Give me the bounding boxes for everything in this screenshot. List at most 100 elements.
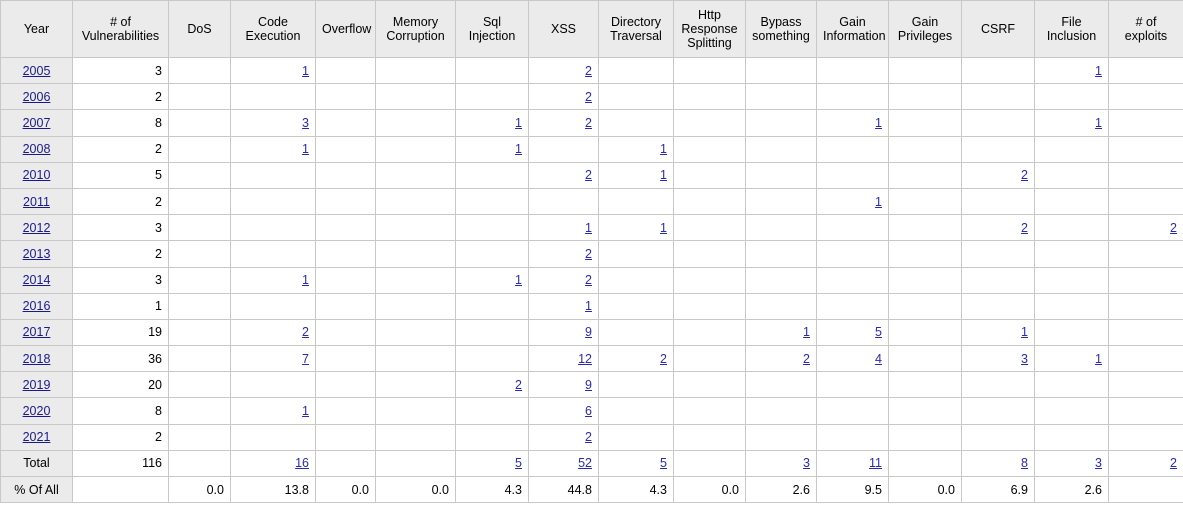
row-year-cell[interactable]: 2011 xyxy=(0,187,73,216)
year-link[interactable]: 2017 xyxy=(23,325,51,339)
table-cell[interactable]: 6 xyxy=(528,397,599,425)
cell-value-link[interactable]: 2 xyxy=(302,325,309,339)
table-cell[interactable]: 3 xyxy=(745,449,817,478)
cell-value-link[interactable]: 1 xyxy=(660,168,667,182)
table-cell[interactable]: 2 xyxy=(1108,214,1183,242)
cell-value-link[interactable]: 5 xyxy=(875,325,882,339)
year-link[interactable]: 2019 xyxy=(23,378,51,392)
table-cell[interactable]: 12 xyxy=(528,345,599,373)
cell-value-link[interactable]: 1 xyxy=(875,116,882,130)
cell-value-link[interactable]: 2 xyxy=(585,430,592,444)
cell-value-link[interactable]: 11 xyxy=(869,456,882,470)
year-link[interactable]: 2021 xyxy=(23,430,51,444)
table-cell[interactable]: 2 xyxy=(1108,449,1183,478)
cell-value-link[interactable]: 1 xyxy=(1095,116,1102,130)
table-cell[interactable]: 11 xyxy=(816,449,889,478)
table-cell[interactable]: 2 xyxy=(528,266,599,294)
cell-value-link[interactable]: 1 xyxy=(660,221,667,235)
table-cell[interactable]: 1 xyxy=(1034,345,1109,373)
table-cell[interactable]: 1 xyxy=(598,214,674,242)
year-link[interactable]: 2013 xyxy=(23,247,51,261)
table-cell[interactable]: 3 xyxy=(1034,449,1109,478)
cell-value-link[interactable]: 2 xyxy=(515,378,522,392)
cell-value-link[interactable]: 1 xyxy=(302,142,309,156)
cell-value-link[interactable]: 3 xyxy=(803,456,810,470)
cell-value-link[interactable]: 1 xyxy=(1095,352,1102,366)
year-link[interactable]: 2006 xyxy=(23,90,51,104)
table-cell[interactable]: 1 xyxy=(598,161,674,189)
table-cell[interactable]: 3 xyxy=(961,345,1035,373)
table-cell[interactable]: 3 xyxy=(230,109,316,137)
table-cell[interactable]: 2 xyxy=(528,423,599,451)
row-year-cell[interactable]: 2010 xyxy=(0,161,73,189)
cell-value-link[interactable]: 1 xyxy=(875,195,882,209)
year-link[interactable]: 2010 xyxy=(23,168,51,182)
row-year-cell[interactable]: 2017 xyxy=(0,318,73,347)
cell-value-link[interactable]: 2 xyxy=(660,352,667,366)
cell-value-link[interactable]: 1 xyxy=(585,221,592,235)
table-cell[interactable]: 1 xyxy=(230,56,316,85)
cell-value-link[interactable]: 2 xyxy=(585,273,592,287)
table-cell[interactable]: 7 xyxy=(230,345,316,373)
row-year-cell[interactable]: 2018 xyxy=(0,345,73,373)
table-cell[interactable]: 2 xyxy=(528,240,599,268)
table-cell[interactable]: 2 xyxy=(961,214,1035,242)
table-cell[interactable]: 1 xyxy=(528,214,599,242)
cell-value-link[interactable]: 1 xyxy=(302,64,309,78)
table-cell[interactable]: 5 xyxy=(455,449,529,478)
cell-value-link[interactable]: 1 xyxy=(1021,325,1028,339)
table-cell[interactable]: 2 xyxy=(961,161,1035,189)
table-cell[interactable]: 2 xyxy=(528,56,599,85)
cell-value-link[interactable]: 2 xyxy=(1170,221,1177,235)
row-year-cell[interactable]: 2005 xyxy=(0,56,73,85)
table-cell[interactable]: 9 xyxy=(528,371,599,399)
cell-value-link[interactable]: 2 xyxy=(585,116,592,130)
cell-value-link[interactable]: 1 xyxy=(302,273,309,287)
row-year-cell[interactable]: 2020 xyxy=(0,397,73,425)
year-link[interactable]: 2008 xyxy=(23,142,51,156)
cell-value-link[interactable]: 2 xyxy=(1021,168,1028,182)
cell-value-link[interactable]: 1 xyxy=(585,299,592,313)
cell-value-link[interactable]: 1 xyxy=(515,142,522,156)
table-cell[interactable]: 1 xyxy=(1034,56,1109,85)
cell-value-link[interactable]: 2 xyxy=(585,64,592,78)
row-year-cell[interactable]: 2019 xyxy=(0,371,73,399)
table-cell[interactable]: 9 xyxy=(528,318,599,347)
table-cell[interactable]: 8 xyxy=(961,449,1035,478)
cell-value-link[interactable]: 2 xyxy=(1170,456,1177,470)
table-cell[interactable]: 2 xyxy=(230,318,316,347)
table-cell[interactable]: 1 xyxy=(455,266,529,294)
row-year-cell[interactable]: 2014 xyxy=(0,266,73,294)
table-cell[interactable]: 5 xyxy=(816,318,889,347)
table-cell[interactable]: 1 xyxy=(230,397,316,425)
cell-value-link[interactable]: 5 xyxy=(515,456,522,470)
cell-value-link[interactable]: 2 xyxy=(1021,221,1028,235)
table-cell[interactable]: 2 xyxy=(598,345,674,373)
year-link[interactable]: 2005 xyxy=(23,64,51,78)
table-cell[interactable]: 1 xyxy=(816,187,889,216)
cell-value-link[interactable]: 16 xyxy=(295,456,309,470)
table-cell[interactable]: 1 xyxy=(455,135,529,163)
cell-value-link[interactable]: 1 xyxy=(803,325,810,339)
table-cell[interactable]: 1 xyxy=(745,318,817,347)
table-cell[interactable]: 1 xyxy=(230,266,316,294)
table-cell[interactable]: 1 xyxy=(598,135,674,163)
year-link[interactable]: 2020 xyxy=(23,404,51,418)
cell-value-link[interactable]: 1 xyxy=(515,116,522,130)
cell-value-link[interactable]: 5 xyxy=(660,456,667,470)
cell-value-link[interactable]: 9 xyxy=(585,325,592,339)
cell-value-link[interactable]: 52 xyxy=(578,456,592,470)
row-year-cell[interactable]: 2016 xyxy=(0,292,73,320)
cell-value-link[interactable]: 4 xyxy=(875,352,882,366)
year-link[interactable]: 2012 xyxy=(23,221,51,235)
table-cell[interactable]: 1 xyxy=(961,318,1035,347)
table-cell[interactable]: 52 xyxy=(528,449,599,478)
cell-value-link[interactable]: 2 xyxy=(585,90,592,104)
row-year-cell[interactable]: 2012 xyxy=(0,214,73,242)
table-cell[interactable]: 2 xyxy=(745,345,817,373)
year-link[interactable]: 2007 xyxy=(23,116,51,130)
row-year-cell[interactable]: 2008 xyxy=(0,135,73,163)
cell-value-link[interactable]: 3 xyxy=(302,116,309,130)
cell-value-link[interactable]: 1 xyxy=(302,404,309,418)
year-link[interactable]: 2011 xyxy=(23,195,50,209)
